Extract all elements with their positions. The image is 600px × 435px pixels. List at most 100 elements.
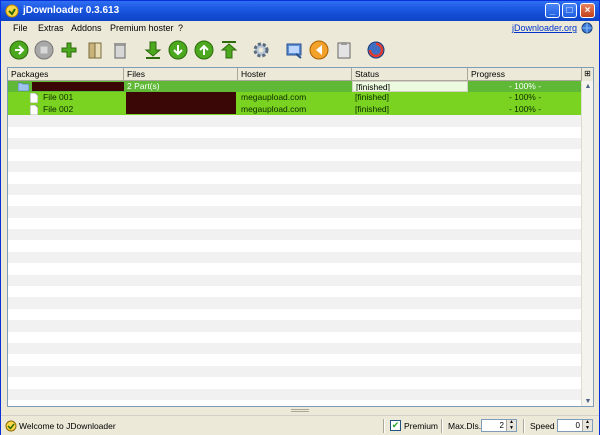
jdownloader-logo-icon <box>5 4 19 18</box>
file-icon <box>30 93 38 104</box>
close-button[interactable]: × <box>580 3 595 18</box>
jdownloader-status-icon <box>5 420 17 432</box>
empty-rows <box>8 115 582 400</box>
empty-row <box>8 218 582 229</box>
website-link[interactable]: jDownloader.org <box>512 23 577 33</box>
move-to-bottom-icon[interactable] <box>143 40 163 60</box>
add-links-icon[interactable] <box>59 40 79 60</box>
premium-checkbox[interactable]: ✔ <box>390 420 401 431</box>
max-downloads-spinner[interactable]: 2 ▲ ▼ <box>481 419 517 432</box>
empty-row <box>8 342 582 355</box>
file-name: File 001 <box>43 92 74 103</box>
file-icon <box>30 104 38 115</box>
menu-premium-hoster[interactable]: Premium hoster <box>110 23 174 33</box>
empty-row <box>8 206 582 218</box>
file-row[interactable]: File 002 megaupload.com [finished] - 100… <box>8 103 582 116</box>
update-icon[interactable] <box>366 40 386 60</box>
empty-row <box>8 274 582 287</box>
package-status: [finished] <box>352 81 468 92</box>
empty-row <box>8 183 582 195</box>
window-title: jDownloader 0.3.613 <box>23 5 120 16</box>
clipboard-monitor-icon[interactable] <box>85 40 105 60</box>
empty-row <box>8 354 582 365</box>
status-separator <box>523 419 525 433</box>
column-header-files[interactable]: Files <box>124 68 238 81</box>
move-to-top-icon[interactable] <box>219 40 239 60</box>
package-progress: - 100% - <box>508 81 542 91</box>
column-header-status[interactable]: Status <box>352 68 468 81</box>
menu-addons[interactable]: Addons <box>71 23 102 33</box>
move-up-icon[interactable] <box>194 40 214 60</box>
scroll-down-icon[interactable]: ▼ <box>582 396 593 406</box>
menu-help[interactable]: ? <box>178 23 183 33</box>
empty-row <box>8 263 582 274</box>
column-header-hoster[interactable]: Hoster <box>238 68 352 81</box>
empty-row <box>8 365 582 378</box>
status-separator <box>383 419 385 433</box>
speed-limit-icon[interactable] <box>309 40 329 60</box>
column-header-progress[interactable]: Progress <box>468 68 582 81</box>
package-files-count: 2 Part(s) <box>127 81 160 91</box>
redacted-package-name <box>32 82 124 91</box>
column-chooser-icon[interactable]: ⊞ <box>581 68 593 81</box>
redacted-file-names <box>126 92 236 114</box>
split-pane-grip[interactable] <box>291 409 309 412</box>
empty-row <box>8 377 582 388</box>
app-window: jDownloader 0.3.613 _ □ × File Extras Ad… <box>0 0 600 435</box>
table-rows: 2 Part(s) [finished] - 100% - File 001 m… <box>8 81 582 400</box>
globe-icon[interactable] <box>581 22 593 34</box>
empty-row <box>8 195 582 206</box>
max-downloads-label: Max.Dls. <box>448 421 482 431</box>
empty-row <box>8 127 582 138</box>
empty-row <box>8 115 582 127</box>
empty-row <box>8 251 582 264</box>
stop-download-icon[interactable] <box>34 40 54 60</box>
file-progress: - 100% - <box>508 103 542 114</box>
empty-row <box>8 160 582 173</box>
empty-row <box>8 172 582 183</box>
settings-icon[interactable] <box>251 40 271 60</box>
speed-spinner[interactable]: 0 ▲ ▼ <box>557 419 593 432</box>
file-progress: - 100% - <box>508 92 542 103</box>
empty-row <box>8 388 582 400</box>
file-row[interactable]: File 001 megaupload.com [finished] - 100… <box>8 92 582 104</box>
folder-icon <box>18 82 29 91</box>
minimize-button[interactable]: _ <box>545 3 560 18</box>
table-header: Packages Files Hoster Status Progress <box>8 68 582 81</box>
toolbar <box>1 36 599 65</box>
status-message: Welcome to JDownloader <box>19 421 116 431</box>
spinner-arrows-icon[interactable]: ▲ ▼ <box>582 419 592 431</box>
empty-row <box>8 297 582 309</box>
file-status: [finished] <box>355 92 390 103</box>
empty-row <box>8 332 582 343</box>
max-downloads-value: 2 <box>499 421 504 430</box>
maximize-button[interactable]: □ <box>562 3 577 18</box>
empty-row <box>8 309 582 320</box>
remove-icon[interactable] <box>110 40 130 60</box>
empty-row <box>8 229 582 241</box>
vertical-scrollbar[interactable]: ▲ ▼ <box>581 81 593 406</box>
status-bar: Welcome to JDownloader ✔ Premium Max.Dls… <box>1 415 599 435</box>
premium-label: Premium <box>404 421 439 431</box>
empty-row <box>8 240 582 251</box>
column-header-packages[interactable]: Packages <box>8 68 124 81</box>
package-row[interactable]: 2 Part(s) [finished] - 100% - <box>8 81 582 93</box>
menu-extras[interactable]: Extras <box>38 23 64 33</box>
empty-row <box>8 149 582 160</box>
scroll-up-icon[interactable]: ▲ <box>582 81 593 92</box>
empty-row <box>8 320 582 332</box>
start-download-icon[interactable] <box>9 40 29 60</box>
menu-bar: File Extras Addons Premium hoster ? jDow… <box>1 21 599 36</box>
menu-file[interactable]: File <box>13 23 28 33</box>
download-table: Packages Files Hoster Status Progress ⊞ … <box>7 67 594 407</box>
move-down-icon[interactable] <box>168 40 188 60</box>
empty-row <box>8 286 582 297</box>
file-name: File 002 <box>43 103 74 114</box>
spinner-arrows-icon[interactable]: ▲ ▼ <box>506 419 516 431</box>
status-separator <box>441 419 443 433</box>
file-status: [finished] <box>355 103 390 114</box>
reconnect-icon[interactable] <box>284 40 304 60</box>
title-bar[interactable]: jDownloader 0.3.613 _ □ × <box>1 1 599 21</box>
clipboard-icon[interactable] <box>334 40 354 60</box>
file-hoster: megaupload.com <box>241 92 307 103</box>
